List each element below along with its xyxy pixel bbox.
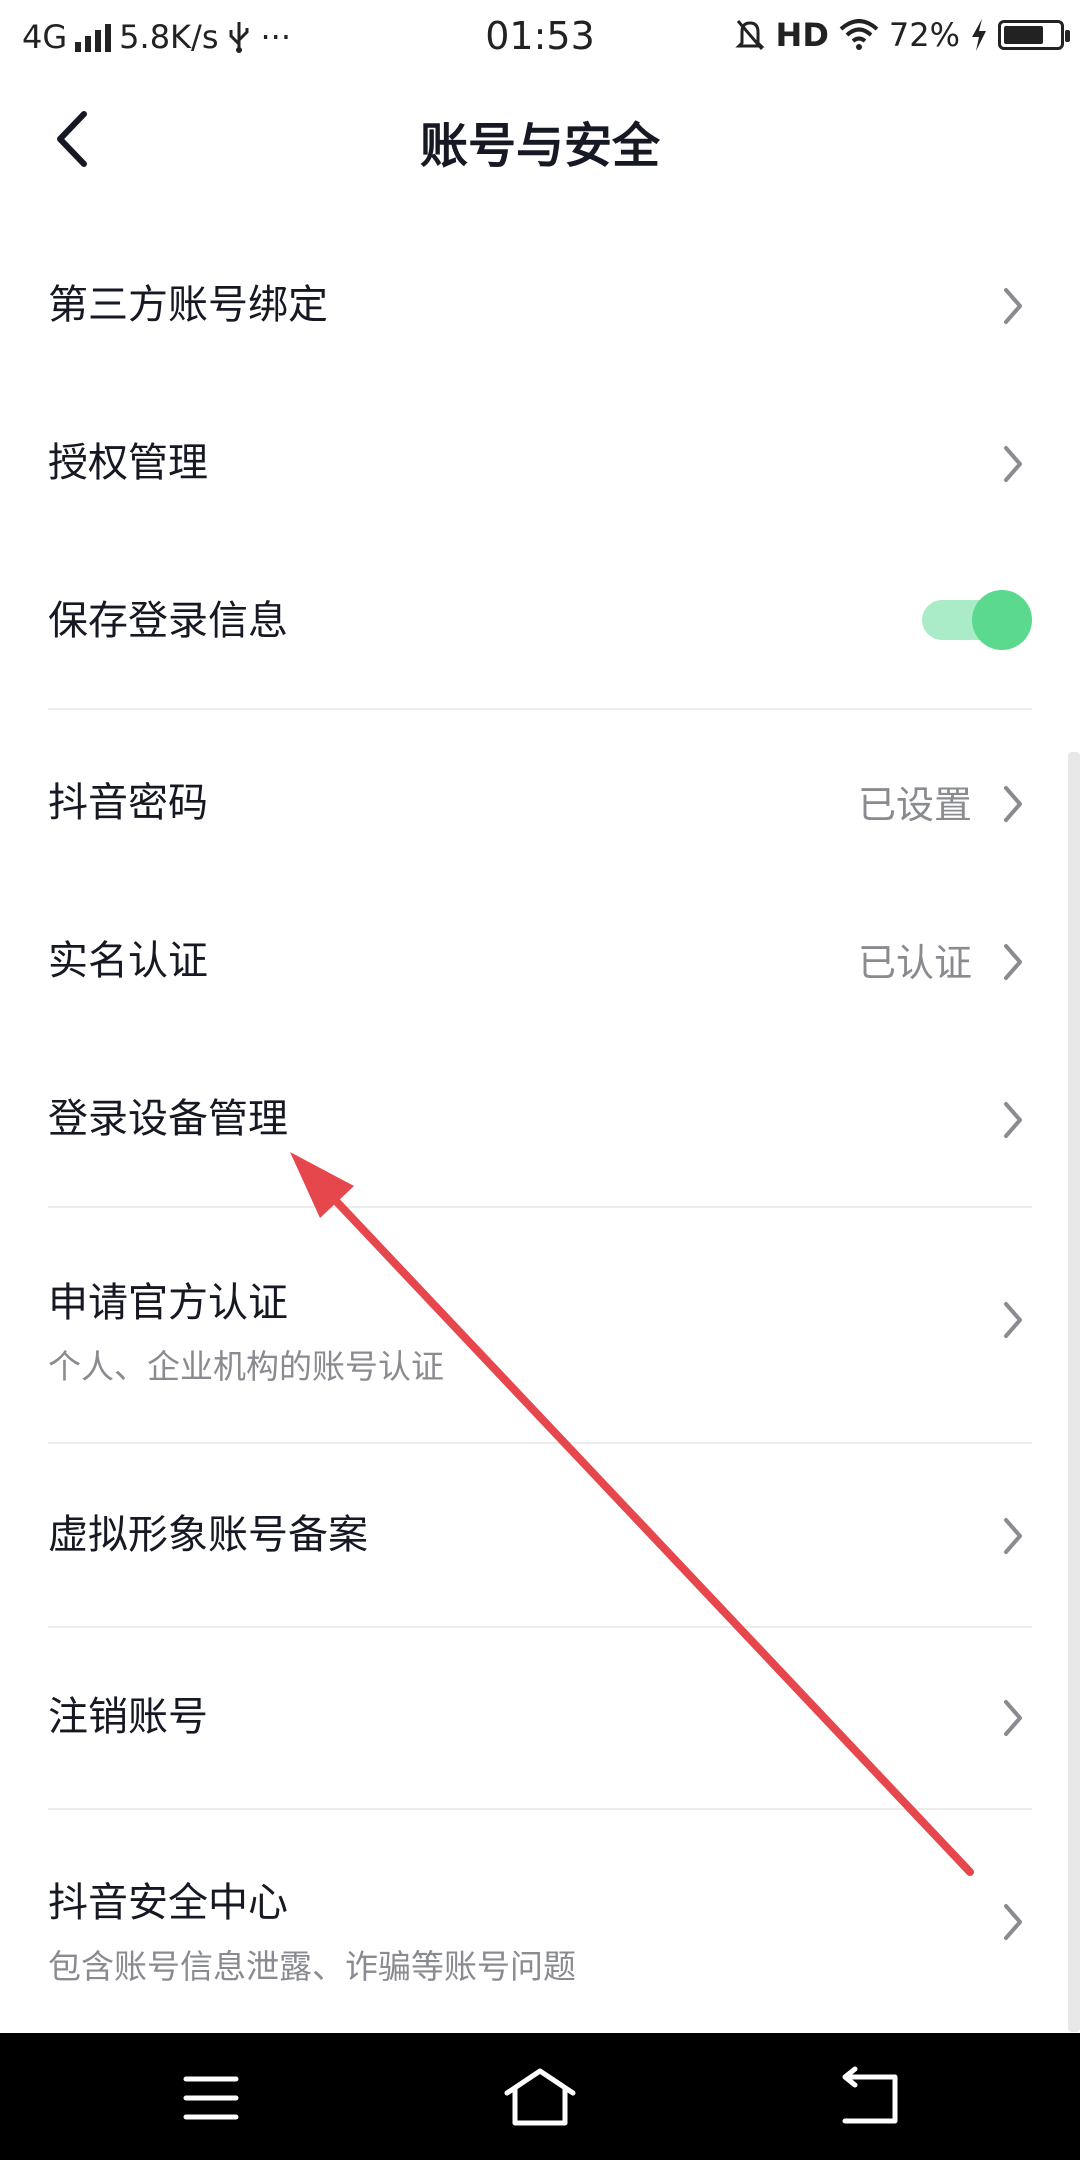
settings-item-label: 实名认证 (48, 938, 208, 984)
chevron-right-icon (1004, 786, 1022, 822)
settings-item-virtual-avatar[interactable]: 虚拟形象账号备案 (48, 1482, 1032, 1586)
navigation-header: 账号与安全 (0, 74, 1080, 204)
settings-item-deactivate[interactable]: 注销账号 (48, 1664, 1032, 1768)
save-login-toggle[interactable] (922, 590, 1032, 650)
home-icon[interactable] (485, 2063, 595, 2133)
page-title: 账号与安全 (419, 118, 660, 174)
settings-item-label: 抖音安全中心 (48, 1880, 288, 1926)
chevron-right-icon (1004, 1904, 1022, 1940)
status-bar: 4G 5.8K/s ··· 01:53 HD 72% (0, 0, 1080, 74)
settings-item-authorization[interactable]: 授权管理 (48, 410, 1032, 514)
settings-item-sublabel: 个人、企业机构的账号认证 (48, 1347, 444, 1386)
settings-item-label: 申请官方认证 (48, 1280, 288, 1326)
chevron-right-icon (1004, 1102, 1022, 1138)
settings-item-save-login: 保存登录信息 (48, 568, 1032, 672)
battery-icon (998, 20, 1070, 50)
settings-item-real-name[interactable]: 实名认证 已认证 (48, 908, 1032, 1012)
system-navigation-bar (0, 2033, 1080, 2160)
status-right: HD 72% (734, 16, 1070, 54)
chevron-right-icon (1004, 1518, 1022, 1554)
battery-percent: 72% (888, 16, 960, 54)
chevron-right-icon (1004, 446, 1022, 482)
settings-item-devices[interactable]: 登录设备管理 (48, 1066, 1032, 1170)
settings-item-label: 登录设备管理 (48, 1096, 288, 1142)
settings-item-label: 虚拟形象账号备案 (48, 1512, 368, 1558)
settings-item-official-verify[interactable]: 申请官方认证 个人、企业机构的账号认证 (48, 1240, 1032, 1390)
charging-icon (972, 19, 986, 51)
chevron-right-icon (1004, 1302, 1022, 1338)
battery-fill (1004, 26, 1043, 44)
mute-bell-icon (734, 20, 765, 50)
settings-item-label: 抖音密码 (48, 780, 208, 826)
wifi-icon (839, 19, 879, 50)
settings-item-sublabel: 包含账号信息泄露、诈骗等账号问题 (48, 1947, 576, 1986)
chevron-right-icon (1004, 944, 1022, 980)
real-name-status: 已认证 (857, 941, 972, 985)
settings-item-label: 注销账号 (48, 1694, 208, 1740)
divider (48, 1808, 1032, 1810)
divider (48, 1626, 1032, 1628)
settings-item-label: 保存登录信息 (48, 598, 288, 644)
hd-badge: HD (775, 16, 829, 54)
settings-item-label: 授权管理 (48, 440, 208, 486)
settings-item-label: 第三方账号绑定 (48, 282, 328, 328)
divider (48, 1442, 1032, 1444)
divider (48, 708, 1032, 710)
divider (48, 1206, 1032, 1208)
chevron-right-icon (1004, 1700, 1022, 1736)
settings-item-password[interactable]: 抖音密码 已设置 (48, 750, 1032, 854)
back-icon[interactable] (815, 2063, 925, 2133)
password-status: 已设置 (857, 783, 972, 827)
scrollbar[interactable] (1068, 752, 1080, 2032)
toggle-knob (972, 590, 1032, 650)
menu-icon[interactable] (156, 2063, 266, 2133)
settings-item-security-center[interactable]: 抖音安全中心 包含账号信息泄露、诈骗等账号问题 (48, 1840, 1032, 1990)
chevron-right-icon (1004, 288, 1022, 324)
settings-item-third-party[interactable]: 第三方账号绑定 (48, 252, 1032, 356)
